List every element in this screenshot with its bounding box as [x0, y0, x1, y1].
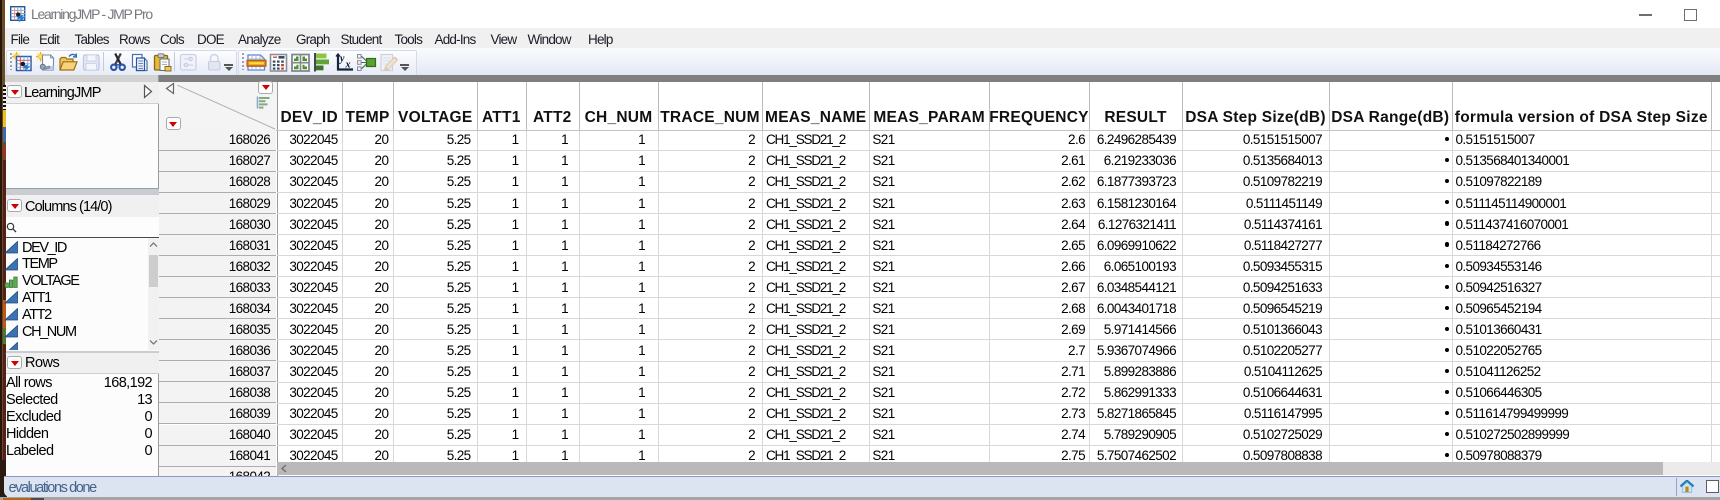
svg-text:y: y [339, 54, 345, 65]
svg-text:x: x [345, 60, 351, 71]
